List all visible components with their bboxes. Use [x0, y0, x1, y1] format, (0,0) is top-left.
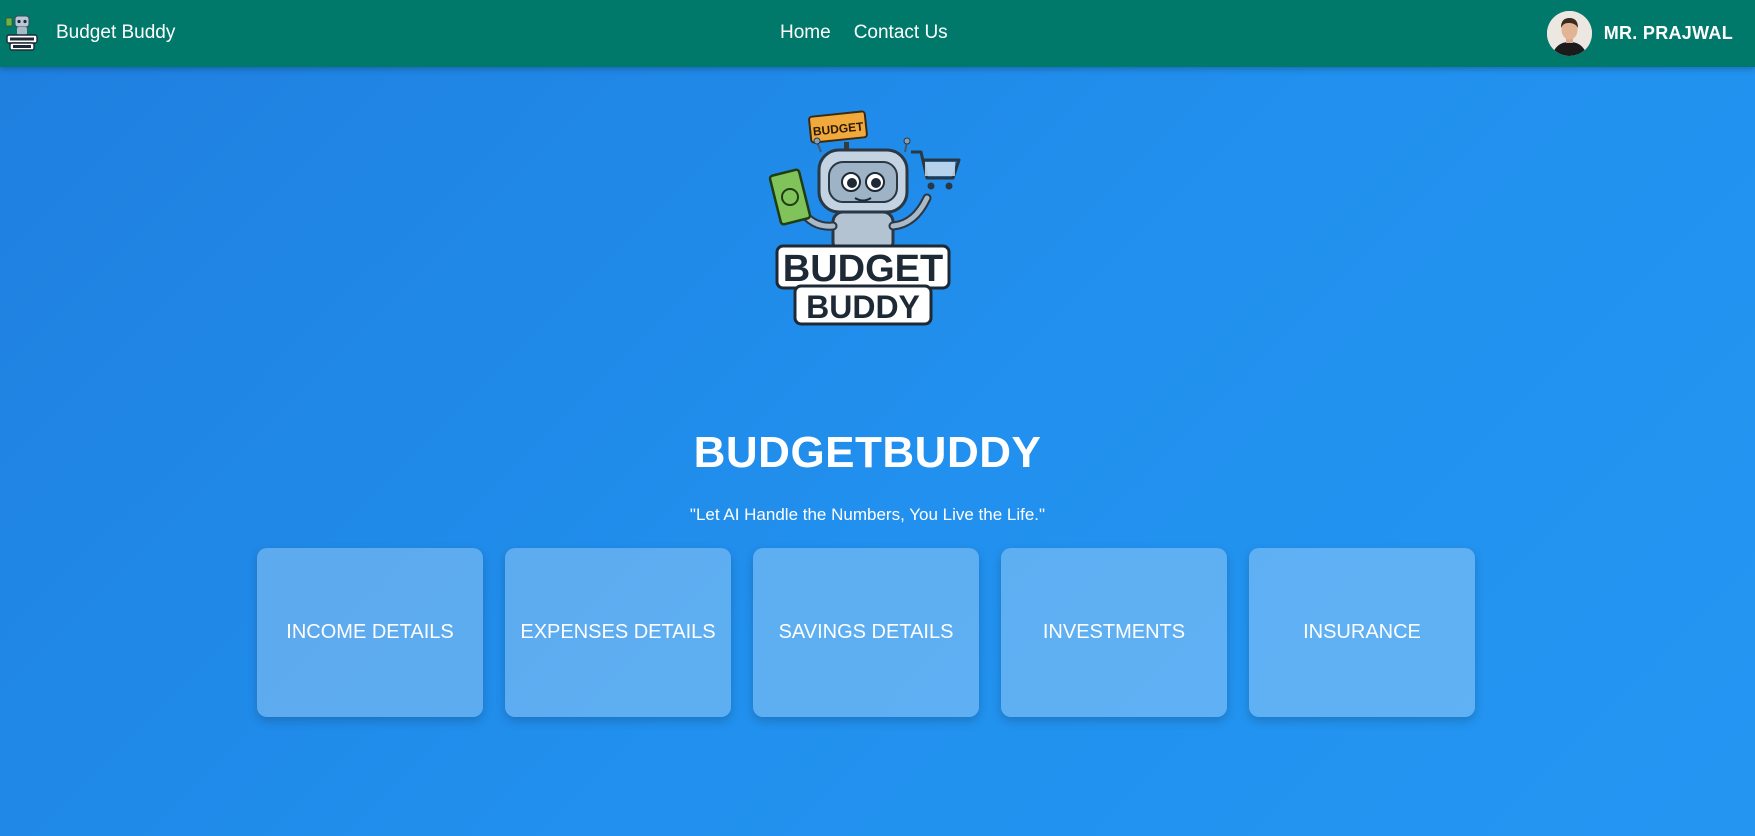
tagline: "Let AI Handle the Numbers, You Live the…	[689, 505, 1046, 524]
logo-text-buddy: BUDDY	[806, 289, 920, 325]
card-insurance[interactable]: INSURANCE	[1249, 548, 1475, 717]
brand-name[interactable]: Budget Buddy	[56, 21, 175, 45]
budget-buddy-logo: BUDGET BUDGET BUDDY	[768, 110, 961, 326]
card-expenses-details[interactable]: EXPENSES DETAILS	[505, 548, 731, 717]
page-title: BUDGETBUDDY	[693, 428, 1042, 477]
user-profile[interactable]: MR. PRAJWAL	[1546, 11, 1733, 56]
budget-buddy-robot-icon[interactable]	[5, 14, 39, 52]
feature-cards: INCOME DETAILS EXPENSES DETAILS SAVINGS …	[257, 548, 1475, 717]
card-investments[interactable]: INVESTMENTS	[1001, 548, 1227, 717]
avatar-image	[1546, 11, 1592, 56]
top-navbar: Budget Buddy Home Contact Us MR. PRAJWAL	[0, 0, 1755, 67]
nav-link-contact-us[interactable]: Contact Us	[854, 21, 948, 45]
user-name[interactable]: MR. PRAJWAL	[1604, 23, 1733, 44]
nav-links: Home Contact Us	[780, 21, 948, 45]
nav-link-home[interactable]: Home	[780, 21, 831, 45]
logo-text-budget: BUDGET	[783, 248, 943, 290]
user-avatar[interactable]	[1546, 11, 1592, 56]
card-savings-details[interactable]: SAVINGS DETAILS	[753, 548, 979, 717]
card-income-details[interactable]: INCOME DETAILS	[257, 548, 483, 717]
